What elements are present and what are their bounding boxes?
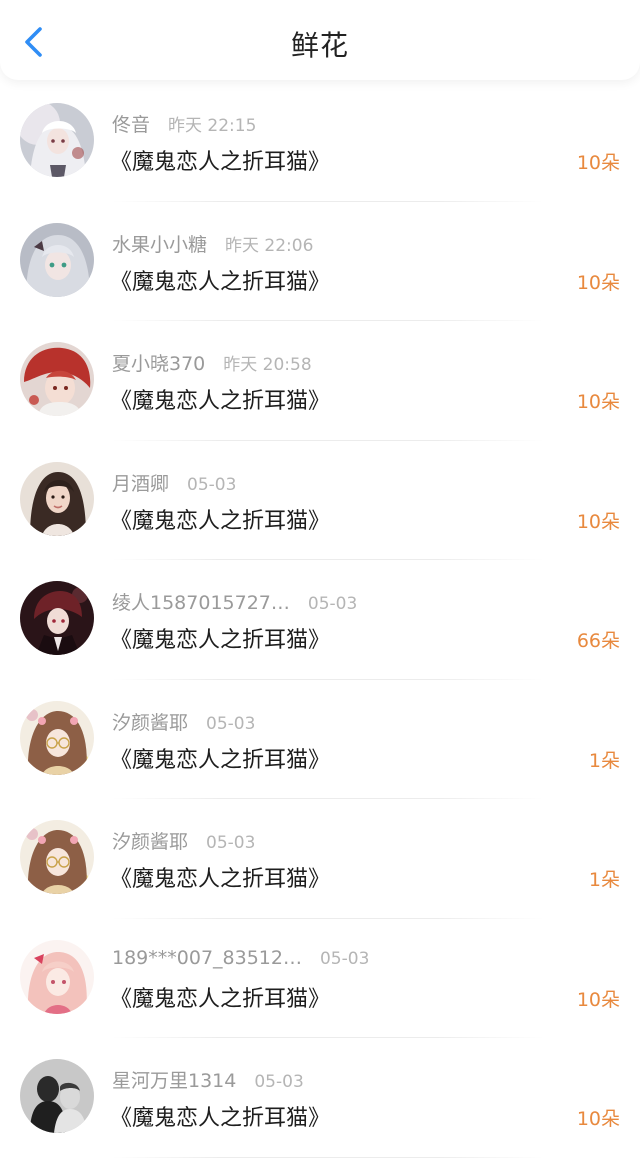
list-item[interactable]: 星河万里1314 05-03 《魔鬼恋人之折耳猫》 10朵 [0,1038,640,1158]
user-meta-line: 星河万里1314 05-03 [112,1066,304,1093]
list-item[interactable]: 绫人1587015727… 05-03 《魔鬼恋人之折耳猫》 66朵 [0,560,640,680]
avatar-glasses-girl [20,820,94,894]
avatar-dark-anime-boy [20,581,94,655]
flower-count: 66朵 [576,630,620,652]
book-title: 《魔鬼恋人之折耳猫》 [110,986,331,1012]
avatar[interactable] [20,581,94,655]
timestamp: 05-03 [319,948,370,969]
user-meta-line: 月酒卿 05-03 [112,469,236,496]
avatar[interactable] [20,222,94,297]
username[interactable]: 189***007_83512… [112,947,302,969]
list-item[interactable]: 夏小晓370 昨天 20:58 《魔鬼恋人之折耳猫》 10朵 [0,321,640,441]
flower-count: 10朵 [576,391,620,413]
avatar[interactable] [20,939,94,1014]
user-meta-line: 189***007_83512… 05-03 [112,947,369,969]
avatar-silver-hair-girl [20,222,94,297]
book-title: 《魔鬼恋人之折耳猫》 [110,150,331,175]
top-nav-bar: 鲜花 [0,0,640,80]
list-item[interactable]: 月酒卿 05-03 《魔鬼恋人之折耳猫》 10朵 [0,441,640,561]
flower-count: 1朵 [588,749,620,772]
book-title: 《魔鬼恋人之折耳猫》 [110,628,331,653]
flower-count: 1朵 [588,869,620,891]
flower-count: 10朵 [576,271,620,294]
timestamp: 昨天 22:06 [225,235,314,256]
user-meta-line: 夏小晓370 昨天 20:58 [112,349,312,376]
flower-list-screen: 鲜花 佟音 昨天 22:15 《魔鬼恋人之折耳猫》 10朵 水果小小糖 昨天 22:06 《… [0,0,640,1165]
username[interactable]: 月酒卿 [112,469,169,496]
user-meta-line: 汐颜酱耶 05-03 [112,827,255,854]
avatar[interactable] [20,103,94,177]
avatar[interactable] [20,342,94,416]
timestamp: 05-03 [187,474,237,495]
avatar[interactable] [20,461,94,536]
username[interactable]: 星河万里1314 [112,1066,236,1093]
list-item[interactable]: 佟音 昨天 22:15 《魔鬼恋人之折耳猫》 10朵 [0,82,640,202]
timestamp: 05-03 [254,1072,304,1092]
book-title: 《魔鬼恋人之折耳猫》 [110,508,331,534]
flower-count: 10朵 [576,510,620,533]
flower-count: 10朵 [576,988,620,1011]
list-item[interactable]: 汐颜酱耶 05-03 《魔鬼恋人之折耳猫》 1朵 [0,799,640,919]
flower-record-list: 佟音 昨天 22:15 《魔鬼恋人之折耳猫》 10朵 水果小小糖 昨天 22:06 《魔鬼恋… [0,82,640,1158]
book-title: 《魔鬼恋人之折耳猫》 [110,1106,331,1131]
book-title: 《魔鬼恋人之折耳猫》 [110,269,331,295]
flower-count: 10朵 [576,1108,620,1130]
book-title: 《魔鬼恋人之折耳猫》 [110,747,331,773]
user-meta-line: 水果小小糖 昨天 22:06 [112,230,313,257]
timestamp: 05-03 [206,713,256,734]
username[interactable]: 汐颜酱耶 [112,708,188,735]
timestamp: 昨天 20:58 [223,355,312,375]
page-title: 鲜花 [290,29,349,62]
username[interactable]: 绫人1587015727… [112,588,290,615]
avatar-photo-woman [20,461,94,536]
flower-count: 10朵 [576,152,620,174]
book-title: 《魔鬼恋人之折耳猫》 [110,389,331,414]
user-meta-line: 汐颜酱耶 05-03 [112,708,255,735]
list-item[interactable]: 189***007_83512… 05-03 《魔鬼恋人之折耳猫》 10朵 [0,919,640,1039]
book-title: 《魔鬼恋人之折耳猫》 [110,867,331,892]
user-meta-line: 绫人1587015727… 05-03 [112,588,357,615]
avatar-red-hair-boy [20,342,94,416]
username[interactable]: 佟音 [112,110,150,137]
timestamp: 05-03 [307,594,358,614]
username[interactable]: 汐颜酱耶 [112,827,188,854]
avatar[interactable] [20,820,94,894]
list-item[interactable]: 水果小小糖 昨天 22:06 《魔鬼恋人之折耳猫》 10朵 [0,202,640,322]
avatar-glasses-girl [20,700,94,775]
avatar-white-hair-girl [20,103,94,177]
timestamp: 05-03 [206,833,256,853]
list-item[interactable]: 汐颜酱耶 05-03 《魔鬼恋人之折耳猫》 1朵 [0,680,640,800]
avatar[interactable] [20,700,94,775]
user-meta-line: 佟音 昨天 22:15 [112,110,256,137]
avatar-couple-silhouette [20,1059,94,1133]
avatar-pink-hair-girl [20,939,94,1014]
timestamp: 昨天 22:15 [168,116,257,136]
username[interactable]: 水果小小糖 [112,230,207,257]
username[interactable]: 夏小晓370 [112,349,205,376]
avatar[interactable] [20,1059,94,1133]
